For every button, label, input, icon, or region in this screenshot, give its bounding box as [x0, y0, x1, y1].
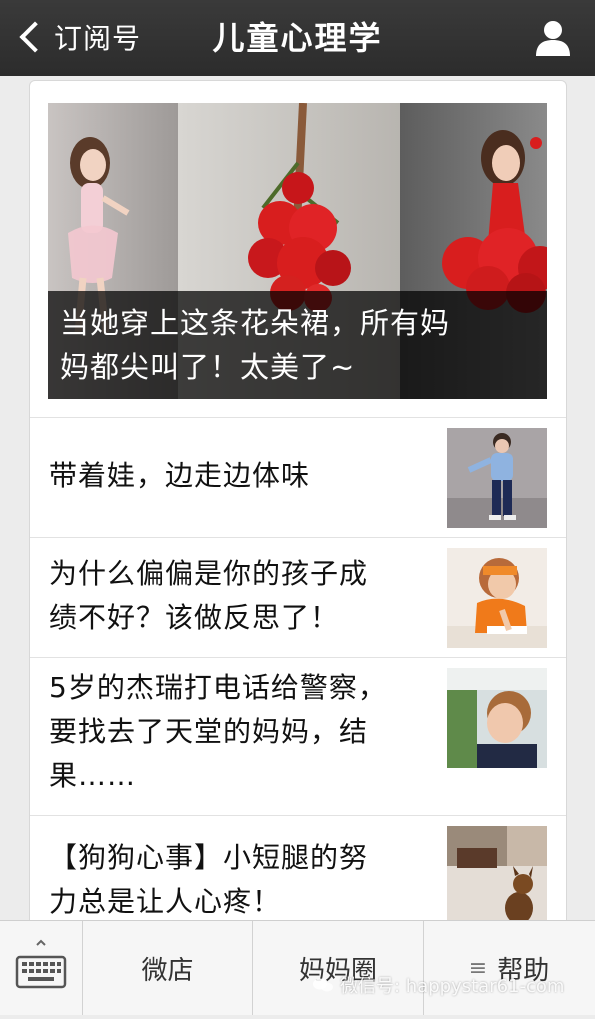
article-title-line: 【狗狗心事】小短腿的努	[49, 841, 369, 874]
watermark-text: 微信号: happystar61-com	[340, 976, 565, 997]
article-thumbnail	[447, 428, 547, 528]
article-title-line: 带着娃，边走边体味	[49, 459, 311, 492]
featured-caption-line: 妈都尖叫了！太美了~	[60, 350, 356, 384]
article-title: 【狗狗心事】小短腿的努 力总是让人心疼！	[49, 836, 429, 924]
article-title-line: 绩不好？该做反思了！	[49, 601, 340, 634]
keyboard-toggle-button[interactable]	[0, 921, 83, 1015]
keyboard-icon	[15, 939, 67, 989]
thumbnail-image	[447, 548, 547, 648]
list-item[interactable]: 为什么偏偏是你的孩子成 绩不好？该做反思了！	[30, 537, 566, 658]
article-title: 5岁的杰瑞打电话给警察， 要找去了天堂的妈妈，结 果……	[49, 666, 429, 798]
article-thumbnail	[447, 668, 547, 768]
thumbnail-image	[447, 826, 547, 926]
top-navigation-bar: 订阅号 儿童心理学	[0, 0, 595, 76]
menu-item-shop[interactable]: 微店	[83, 921, 253, 1015]
article-thumbnail	[447, 826, 547, 926]
article-title-line: 果……	[49, 759, 137, 792]
thumbnail-image	[447, 668, 547, 768]
article-title: 为什么偏偏是你的孩子成 绩不好？该做反思了！	[49, 552, 429, 640]
menu-item-help[interactable]: ≡ 帮助	[424, 921, 594, 1015]
article-title-line: 要找去了天堂的妈妈，结	[49, 715, 369, 748]
wechat-logo-icon	[313, 978, 333, 992]
featured-caption: 当她穿上这条花朵裙，所有妈 妈都尖叫了！太美了~	[48, 291, 547, 399]
article-card: 当她穿上这条花朵裙，所有妈 妈都尖叫了！太美了~ 带着娃，边走边体味 为什么偏偏…	[29, 80, 567, 942]
article-title-line: 5岁的杰瑞打电话给警察，	[49, 671, 387, 704]
profile-button[interactable]	[533, 18, 573, 58]
watermark: 微信号: happystar61-com	[312, 972, 564, 998]
page-title: 儿童心理学	[212, 19, 383, 57]
list-item[interactable]: 带着娃，边走边体味	[30, 417, 566, 538]
thumbnail-image	[447, 428, 547, 528]
featured-article[interactable]: 当她穿上这条花朵裙，所有妈 妈都尖叫了！太美了~	[48, 103, 547, 399]
article-title: 带着娃，边走边体味	[49, 454, 429, 498]
featured-caption-line: 当她穿上这条花朵裙，所有妈	[60, 306, 451, 340]
list-item[interactable]: 5岁的杰瑞打电话给警察， 要找去了天堂的妈妈，结 果……	[30, 657, 566, 816]
menu-item-moms-circle[interactable]: 妈妈圈	[253, 921, 424, 1015]
menu-item-label: 微店	[141, 955, 194, 986]
article-title-line: 为什么偏偏是你的孩子成	[49, 557, 369, 590]
bottom-menu-bar: 微店 妈妈圈 ≡ 帮助	[0, 920, 595, 1015]
article-title-line: 力总是让人心疼！	[49, 885, 282, 918]
profile-icon	[536, 21, 570, 56]
article-thumbnail	[447, 548, 547, 648]
